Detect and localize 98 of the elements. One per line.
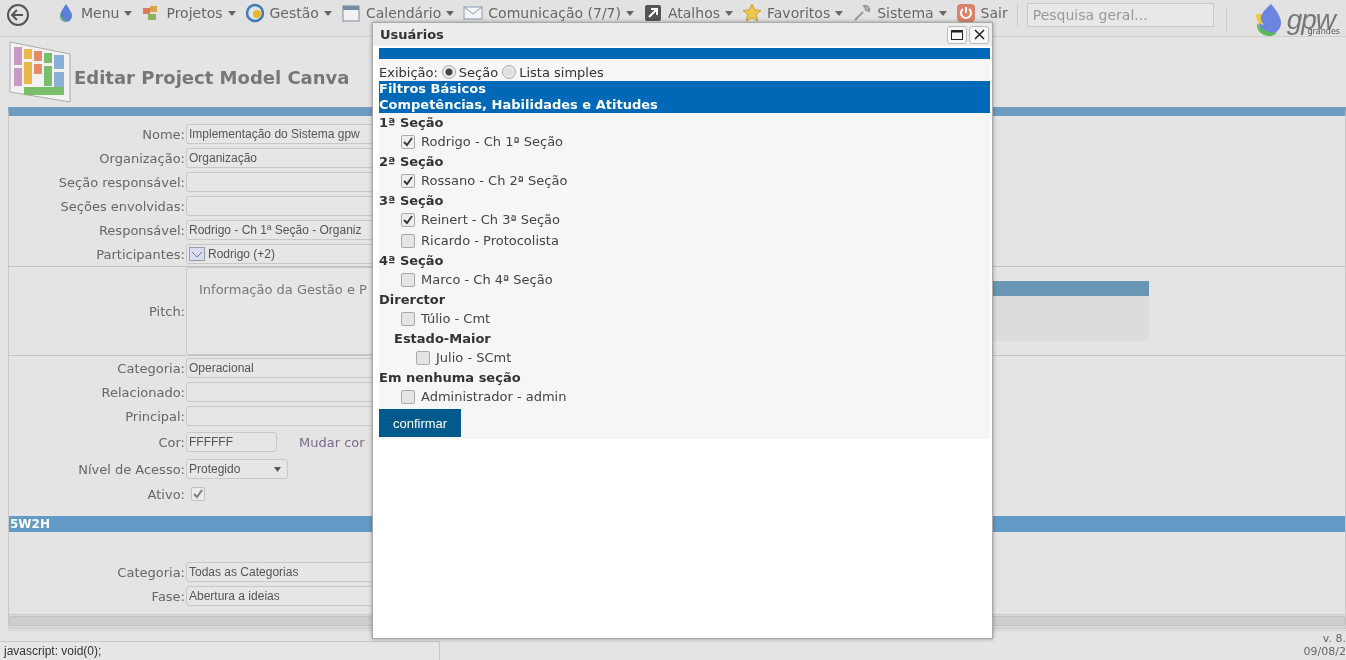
user-label: Reinert - Ch 3ª Seção: [421, 212, 560, 227]
dialog-title: Usuários: [380, 27, 445, 42]
user-checkbox[interactable]: [401, 233, 415, 248]
caret-icon: [274, 466, 281, 472]
text-field[interactable]: [186, 382, 374, 402]
field-label: Fase:: [150, 588, 185, 604]
caret-icon: [625, 10, 634, 16]
text-field[interactable]: Todas as Categorias: [186, 562, 374, 582]
circle-icon: [244, 3, 265, 23]
maximize-button[interactable]: [947, 25, 967, 44]
field-label: Categoria:: [116, 360, 185, 376]
field-label: Pitch:: [147, 303, 185, 319]
group-heading: Estado-Maior: [394, 330, 492, 347]
user-checkbox[interactable]: [401, 134, 415, 149]
menu-item[interactable]: Sair: [955, 3, 1008, 23]
filter-heading: Filtros Básicos: [379, 81, 487, 97]
caret-icon: [835, 10, 844, 16]
text-field[interactable]: [186, 406, 374, 426]
user-checkbox[interactable]: [401, 212, 415, 227]
access-select[interactable]: Protegido: [186, 459, 288, 479]
user-label: Ricardo - Protocolista: [421, 233, 559, 248]
change-color-link[interactable]: Mudar cor: [299, 434, 365, 450]
date-text: 09/08/2: [1303, 645, 1346, 658]
user-checkbox[interactable]: [401, 389, 415, 404]
group-heading: 2ª Seção: [379, 153, 445, 170]
user-checkbox[interactable]: [416, 350, 430, 365]
user-label: Rossano - Ch 2ª Seção: [421, 173, 568, 188]
radio-label: Seção: [458, 64, 499, 80]
text-field[interactable]: Operacional: [186, 358, 374, 378]
user-label: Túlio - Cmt: [421, 311, 491, 326]
participants-field[interactable]: Rodrigo (+2): [186, 244, 374, 264]
field-label: Organização:: [98, 150, 185, 166]
field-label: Participantes:: [95, 246, 185, 262]
radio-button[interactable]: [502, 65, 517, 79]
group-heading: 3ª Seção: [379, 192, 445, 209]
star-icon: [742, 3, 762, 23]
field-label: Categoria:: [116, 564, 185, 580]
field-label: Nome:: [141, 126, 185, 142]
envelope-icon: [463, 3, 484, 23]
canvas-icon: [8, 40, 72, 104]
radio-button[interactable]: [441, 65, 456, 79]
display-label: Exibição:: [379, 64, 438, 80]
field-label: Principal:: [124, 408, 185, 424]
color-field[interactable]: FFFFFF: [186, 432, 277, 452]
status-bar: javascript: void(0);: [0, 641, 440, 660]
field-label: Cor:: [157, 434, 185, 450]
field-label: Responsável:: [97, 222, 185, 238]
close-button[interactable]: [969, 25, 989, 44]
field-label: Seção responsável:: [57, 174, 185, 190]
menu-item[interactable]: Calendário: [340, 3, 455, 23]
field-label: Ativo:: [146, 486, 185, 502]
text-field[interactable]: [186, 172, 374, 192]
menu-item[interactable]: Menu: [56, 3, 133, 23]
text-field[interactable]: Rodrigo - Ch 1ª Seção - Organiz: [186, 220, 374, 240]
page-title: Editar Project Model Canva: [74, 66, 350, 88]
user-label: Julio - SCmt: [436, 350, 512, 365]
user-checkbox[interactable]: [401, 272, 415, 287]
user-checkbox[interactable]: [401, 173, 415, 188]
field-label: Seções envolvidas:: [59, 198, 185, 214]
text-field[interactable]: Organização: [186, 148, 374, 168]
participants-value: Rodrigo (+2): [208, 247, 276, 261]
version-text: v. 8.: [1322, 632, 1346, 645]
user-checkbox[interactable]: [401, 311, 415, 326]
wrench-icon: [852, 3, 873, 23]
field-label: Relacionado:: [100, 384, 185, 400]
user-label: Marco - Ch 4ª Seção: [421, 272, 553, 287]
group-heading: Direrctor: [379, 291, 447, 308]
menu-item[interactable]: Favoritos: [742, 3, 844, 23]
text-field[interactable]: [186, 196, 374, 216]
menu-item[interactable]: Projetos: [141, 3, 236, 23]
text-field[interactable]: Implementação do Sistema gpw: [186, 124, 374, 144]
maximize-icon: [951, 29, 963, 40]
confirm-button[interactable]: confirmar: [379, 409, 462, 437]
menu-item[interactable]: Sistema: [852, 3, 947, 23]
search-field[interactable]: Pesquisa geral...: [1026, 3, 1214, 27]
caret-icon: [938, 10, 947, 16]
calendar-icon: [340, 3, 361, 23]
menu-item[interactable]: Comunicação (7/7): [463, 3, 634, 23]
radio-label: Lista simples: [519, 64, 604, 80]
group-heading: Em nenhuma seção: [379, 369, 522, 386]
group-heading: 1ª Seção: [379, 114, 445, 131]
menu-item[interactable]: Atalhos: [642, 3, 733, 23]
back-icon[interactable]: [6, 3, 30, 27]
caret-icon: [725, 10, 733, 16]
group-heading: 4ª Seção: [379, 252, 445, 269]
pitch-textarea[interactable]: Informação da Gestão e P: [186, 267, 374, 355]
close-icon: [973, 29, 985, 40]
caret-icon: [124, 10, 133, 16]
dropdown-icon: [189, 247, 205, 261]
menu-item[interactable]: Gestão: [244, 3, 332, 23]
caret-icon: [323, 10, 332, 16]
user-label: Administrador - admin: [421, 389, 567, 404]
field-label: Nível de Acesso:: [77, 461, 185, 477]
caret-icon: [227, 10, 236, 16]
user-label: Rodrigo - Ch 1ª Seção: [421, 134, 564, 149]
caret-icon: [446, 10, 455, 16]
filter-heading: Competências, Habilidades e Atitudes: [379, 97, 659, 113]
text-field[interactable]: Abertura a ideias: [186, 586, 374, 606]
